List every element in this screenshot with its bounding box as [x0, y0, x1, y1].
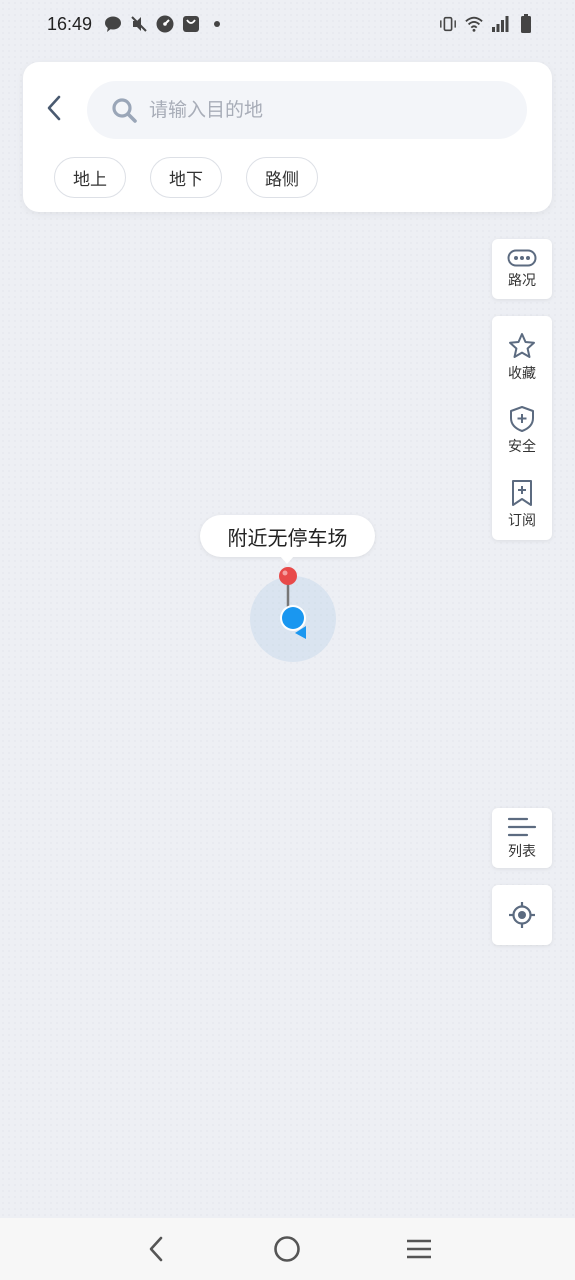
filter-chip-underground[interactable]: 地下: [150, 157, 222, 198]
list-panel: 列表: [492, 808, 552, 868]
locate-button[interactable]: [492, 885, 552, 945]
menu-icon: [407, 1239, 432, 1259]
wifi-icon: [465, 15, 483, 33]
locate-panel: [492, 885, 552, 945]
favorites-label: 收藏: [508, 365, 536, 382]
shopping-bag-icon: [182, 15, 200, 33]
muted-sound-icon: [130, 15, 148, 33]
dot-icon: [208, 15, 226, 33]
tools-panel: 收藏 安全 订阅: [492, 316, 552, 540]
battery-icon: [517, 14, 535, 33]
list-button[interactable]: 列表: [492, 808, 552, 868]
system-nav-bar: [0, 1218, 575, 1280]
status-time: 16:49: [47, 13, 93, 34]
search-card: 地上 地下 路侧: [23, 62, 552, 212]
back-button[interactable]: [39, 90, 69, 126]
safety-button[interactable]: 安全: [492, 392, 552, 468]
map-tooltip: 附近无停车场: [200, 515, 375, 564]
traffic-button[interactable]: 路况: [492, 239, 552, 299]
search-input[interactable]: [149, 99, 509, 121]
chevron-left-icon: [47, 95, 61, 121]
vibrate-icon: [439, 15, 457, 33]
status-bar: 16:49: [0, 0, 575, 48]
nav-back-button[interactable]: [131, 1224, 181, 1274]
safety-label: 安全: [508, 438, 536, 455]
chat-bubble-icon: [104, 15, 122, 33]
nav-menu-button[interactable]: [394, 1224, 444, 1274]
filter-chip-roadside[interactable]: 路侧: [246, 157, 318, 198]
list-label: 列表: [508, 843, 536, 860]
star-icon: [509, 332, 535, 358]
back-icon: [149, 1236, 163, 1262]
favorites-button[interactable]: 收藏: [492, 316, 552, 392]
bookmark-plus-icon: [512, 479, 532, 506]
subscribe-button[interactable]: 订阅: [492, 468, 552, 540]
search-icon: [112, 98, 137, 123]
home-icon: [274, 1236, 301, 1262]
nav-home-button[interactable]: [262, 1224, 312, 1274]
filter-chip-above-ground[interactable]: 地上: [54, 157, 126, 198]
current-location-icon: [280, 605, 306, 639]
traffic-panel: 路况: [492, 239, 552, 299]
filter-chips: 地上 地下 路侧: [54, 157, 318, 198]
traffic-label: 路况: [508, 272, 536, 289]
traffic-icon: [507, 249, 537, 266]
speedometer-icon: [156, 15, 174, 33]
list-icon: [507, 817, 537, 836]
locate-icon: [509, 902, 535, 928]
signal-icon: [491, 15, 509, 33]
shield-icon: [510, 405, 534, 432]
search-box[interactable]: [87, 81, 527, 139]
subscribe-label: 订阅: [508, 512, 536, 529]
